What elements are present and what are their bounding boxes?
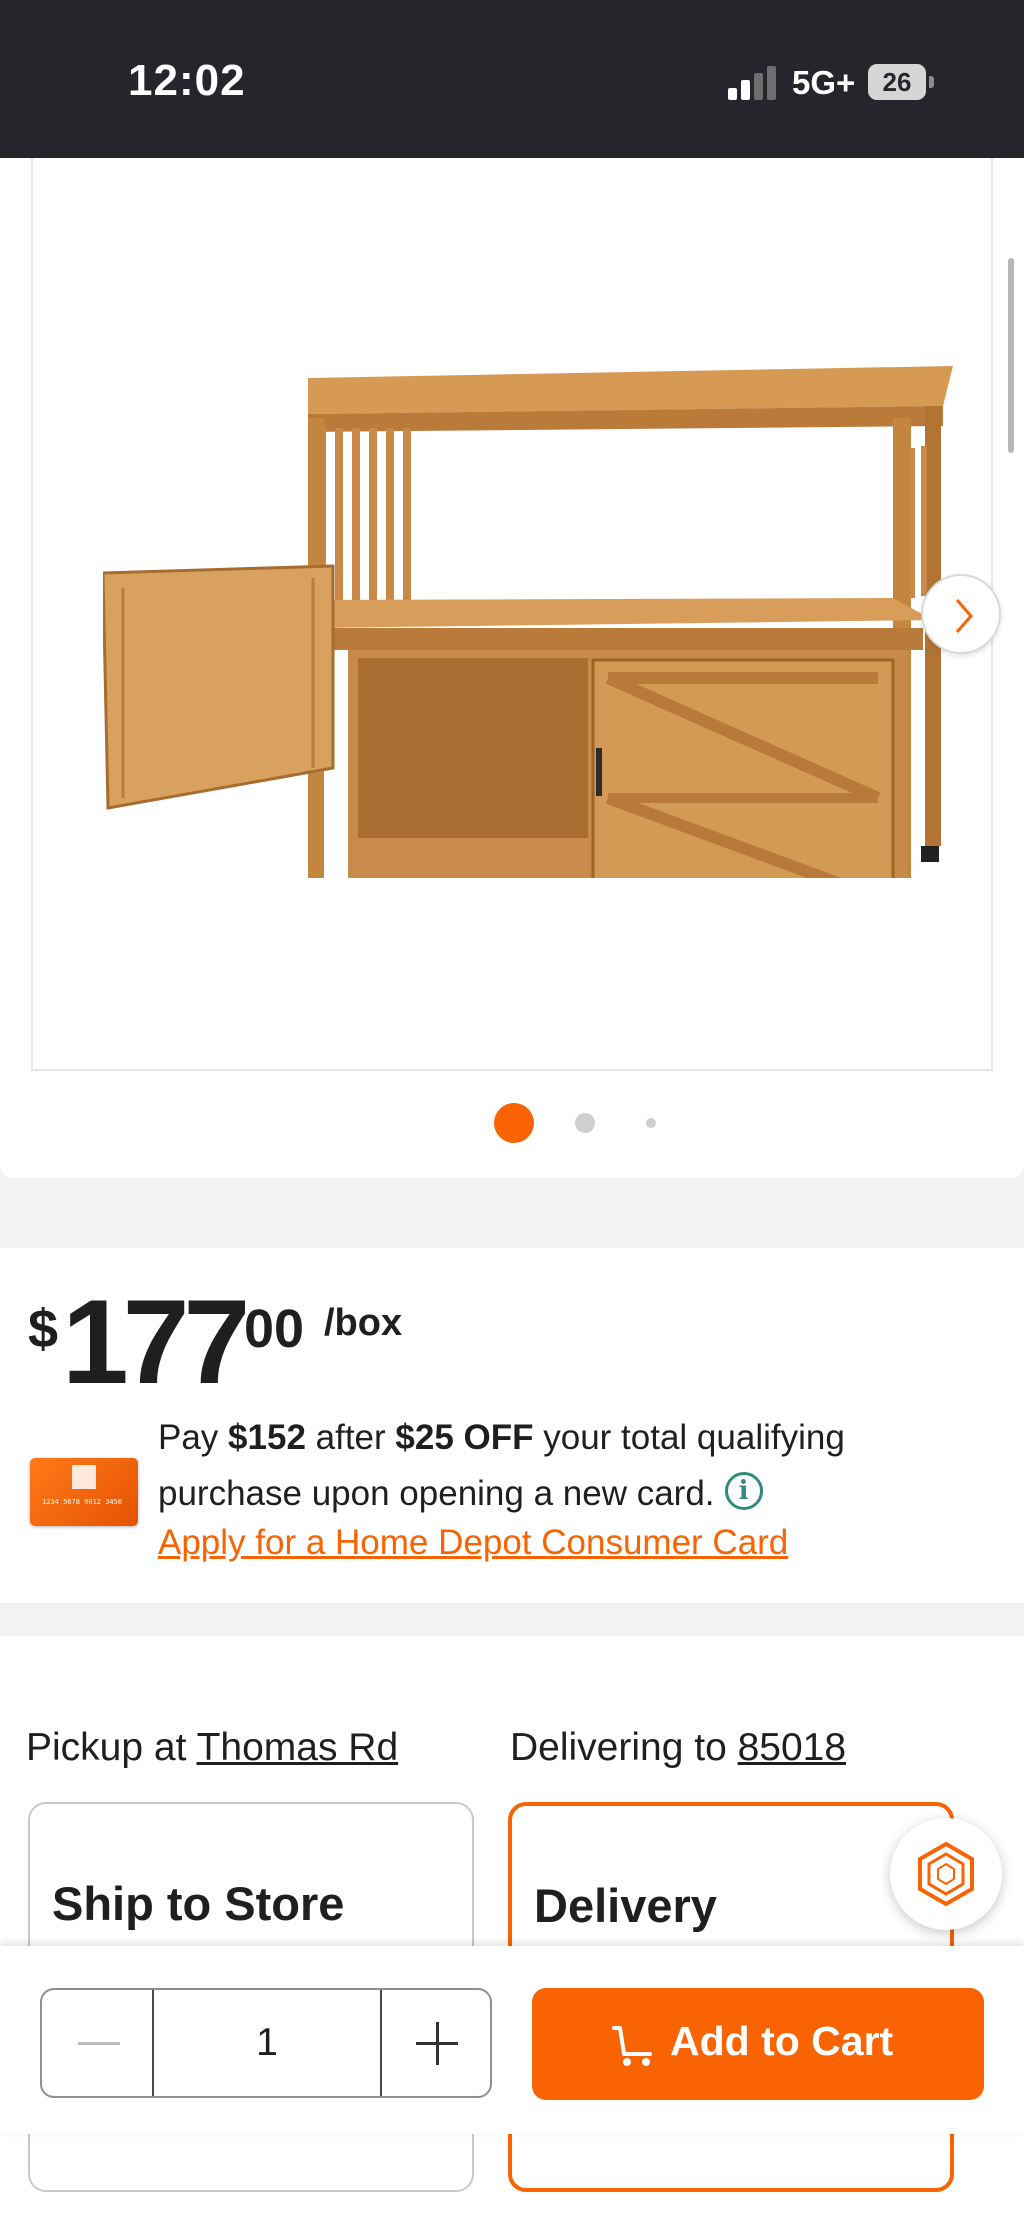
network-type: 5G+ (792, 64, 856, 101)
promo-pay-amount: $152 (228, 1418, 306, 1457)
pagination-dot-active[interactable] (494, 1103, 534, 1143)
ship-to-store-label: Ship to Store (52, 1877, 345, 1930)
delivery-label: Delivery (534, 1879, 717, 1932)
hexagon-logo-icon (918, 1841, 974, 1907)
status-time: 12:02 (128, 56, 246, 105)
scrollbar[interactable] (1008, 258, 1014, 453)
price-section: $ 177 00 /box 1234 5678 9012 3456 Pay $1… (0, 1248, 1024, 1603)
decrease-quantity-button[interactable] (42, 1990, 154, 2096)
product-gallery (0, 158, 1024, 1178)
status-bar: 12:02 5G+ 26 (0, 0, 1024, 158)
next-image-button[interactable] (921, 574, 1001, 654)
cellular-signal-icon (728, 66, 776, 100)
add-to-cart-bar: 1 Add to Cart (0, 1946, 1024, 2134)
delivery-zip-link[interactable]: 85018 (738, 1726, 846, 1769)
add-to-cart-label: Add to Cart (670, 2018, 894, 2064)
price-cents: 00 (244, 1299, 305, 1359)
gallery-pagination (0, 1103, 1024, 1143)
battery-icon: 26 (868, 64, 934, 100)
pickup-store-link[interactable]: Thomas Rd (197, 1726, 399, 1769)
pickup-location: Pickup at Thomas Rd (26, 1726, 399, 1769)
add-to-cart-button[interactable]: Add to Cart (532, 1988, 984, 2100)
home-depot-logo-icon (72, 1465, 96, 1489)
price-currency: $ (28, 1299, 59, 1359)
cart-icon (612, 2026, 652, 2066)
price-dollars: 177 (62, 1275, 250, 1409)
info-icon[interactable]: i (724, 1472, 763, 1510)
product-image (103, 366, 953, 878)
pagination-dot[interactable] (575, 1113, 595, 1133)
chat-assistant-button[interactable] (890, 1818, 1002, 1930)
promo-discount: $25 OFF (395, 1418, 534, 1457)
increase-quantity-button[interactable] (380, 1990, 490, 2096)
product-image-frame[interactable] (31, 158, 1001, 1071)
battery-level: 26 (868, 64, 926, 100)
pagination-dot[interactable] (646, 1118, 656, 1128)
fulfillment-section: Pickup at Thomas Rd Delivering to 85018 … (0, 1636, 1024, 2236)
quantity-stepper: 1 (40, 1988, 492, 2098)
quantity-input[interactable]: 1 (154, 1990, 380, 2096)
apply-card-link[interactable]: Apply for a Home Depot Consumer Card (158, 1523, 788, 1563)
chevron-right-icon (955, 599, 973, 633)
card-promo-text: Pay $152 after $25 OFF your total qualif… (158, 1418, 845, 1513)
price-unit: /box (324, 1302, 403, 1344)
delivery-location: Delivering to 85018 (510, 1726, 847, 1769)
credit-card-image: 1234 5678 9012 3456 (30, 1458, 138, 1526)
